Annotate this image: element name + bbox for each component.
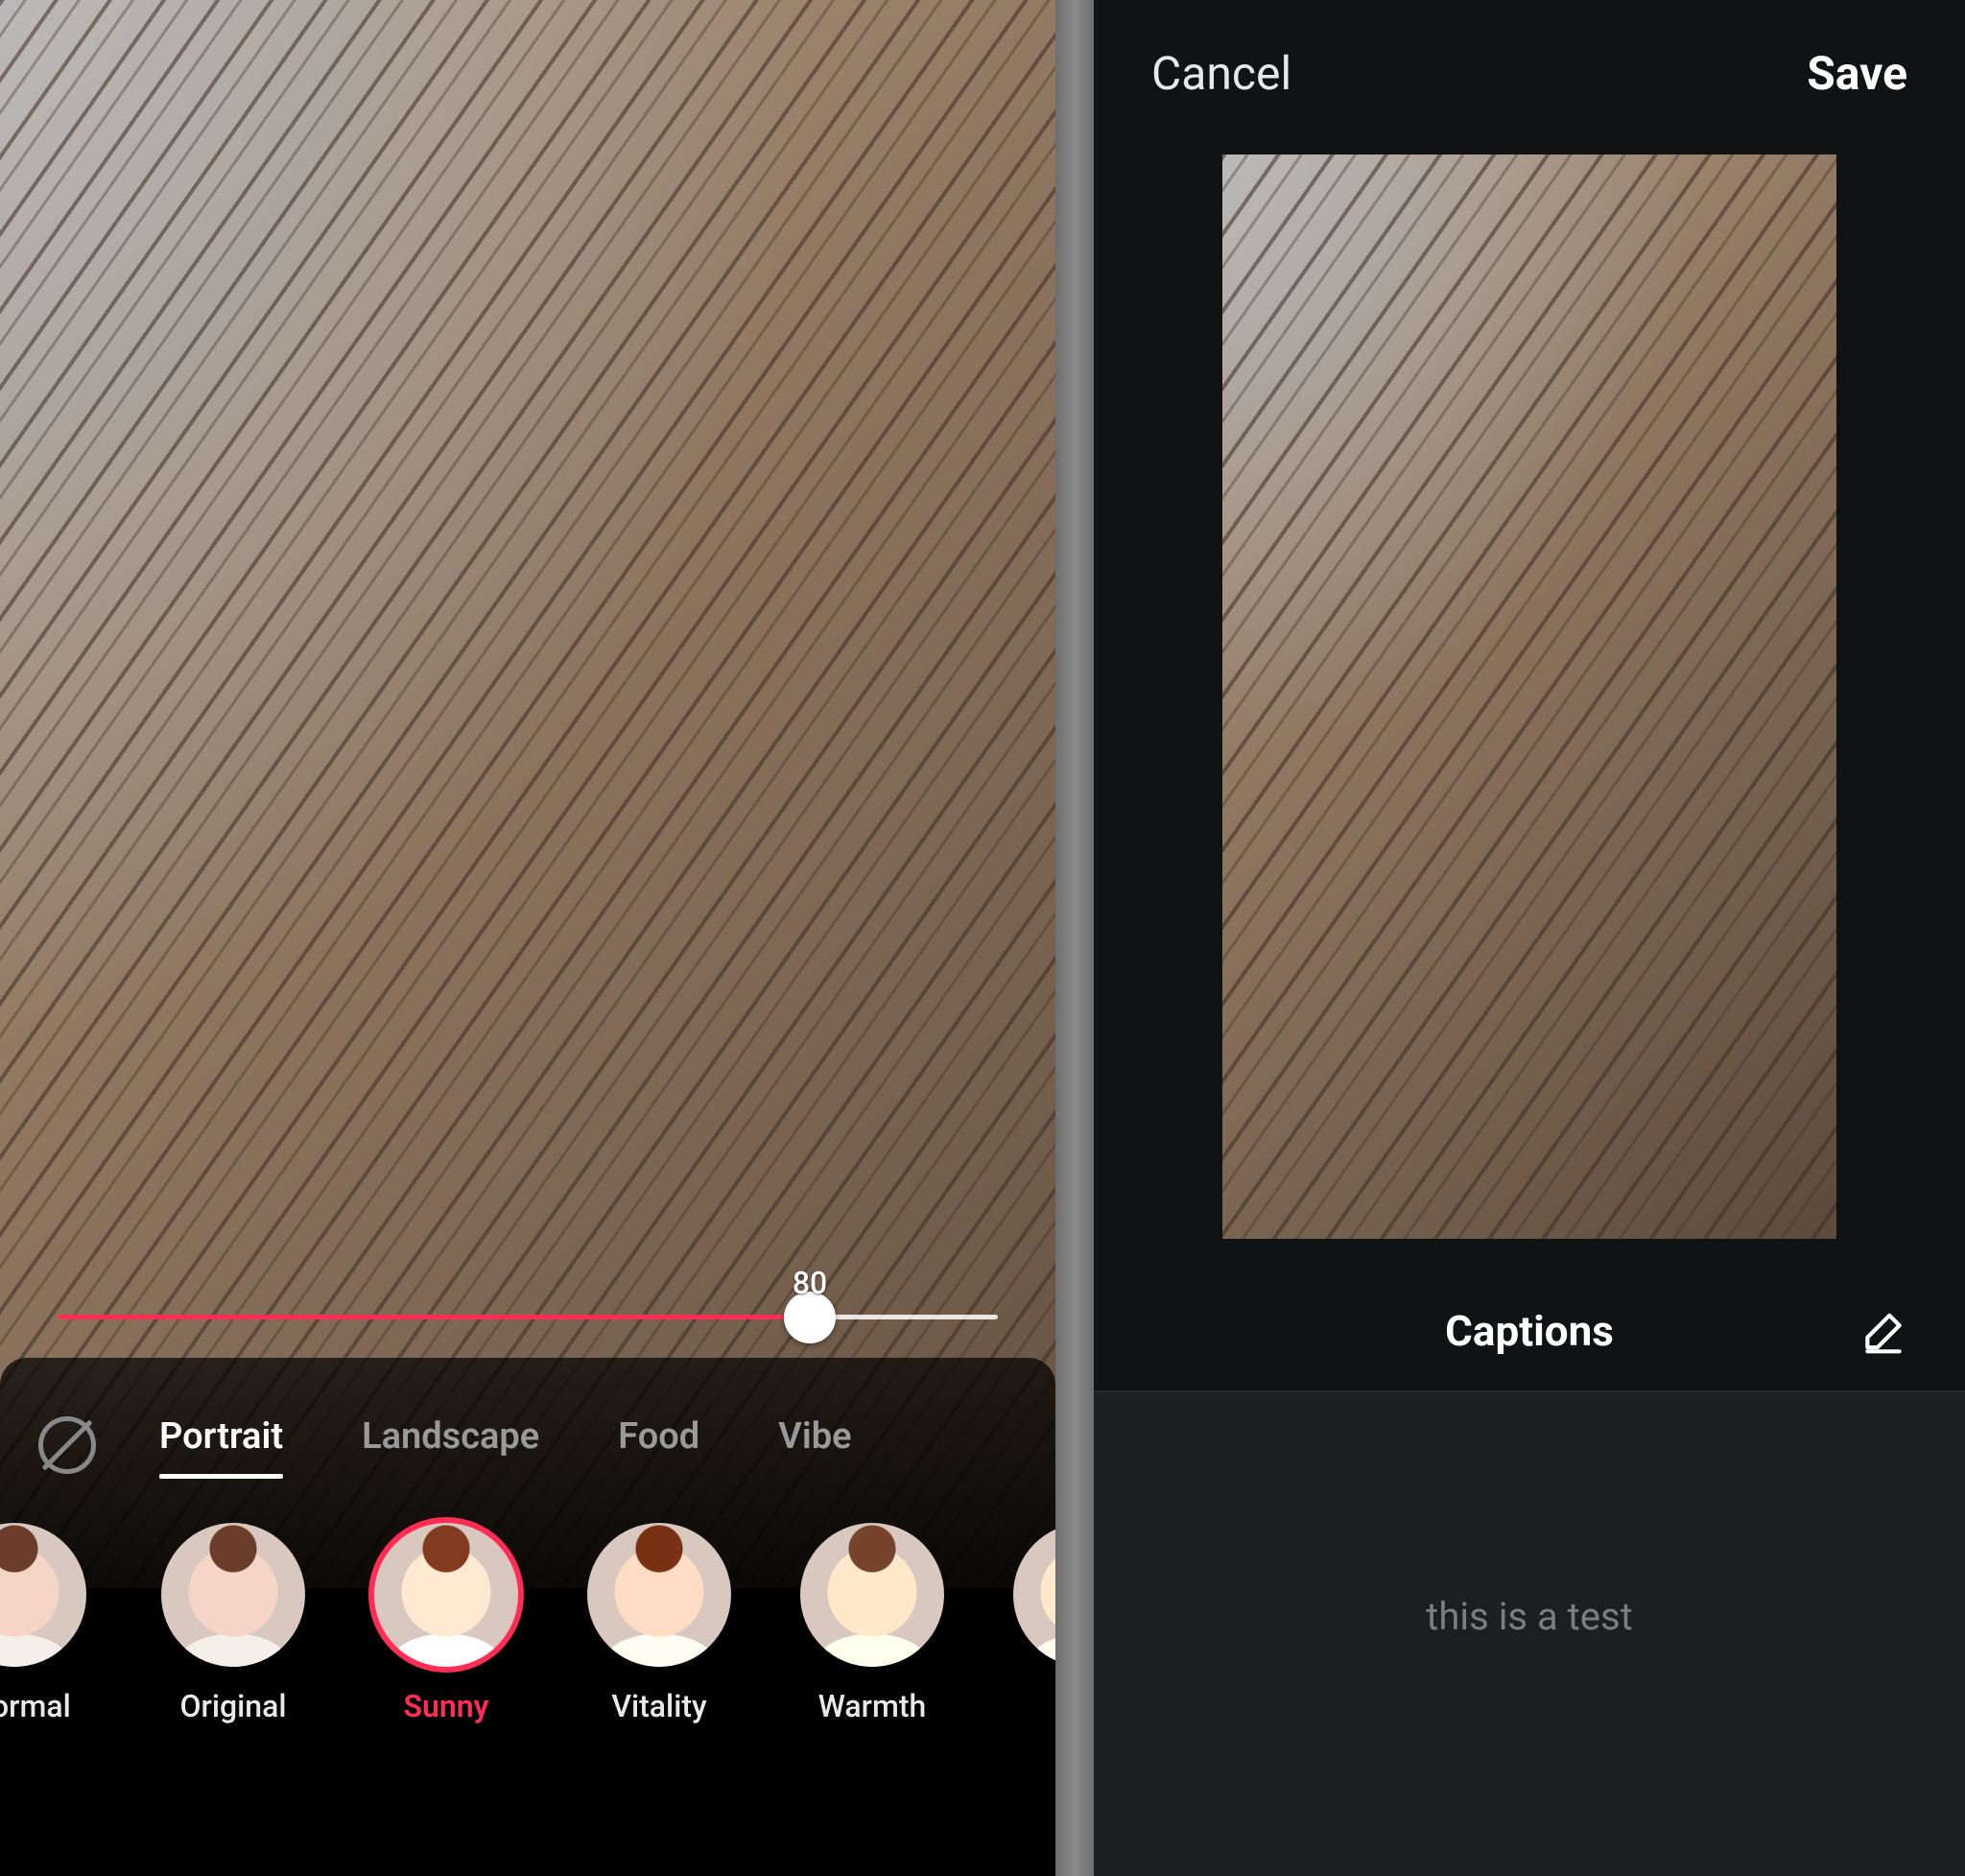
filter-thumb bbox=[161, 1523, 305, 1667]
filter-swatch-warmth[interactable]: Warmth bbox=[794, 1523, 950, 1724]
filter-swatch-vitality[interactable]: Vitality bbox=[581, 1523, 737, 1724]
save-button[interactable]: Save bbox=[1807, 46, 1907, 101]
filter-label: Original bbox=[155, 1688, 311, 1724]
filter-thumb bbox=[1013, 1523, 1055, 1667]
filter-label: Normal bbox=[0, 1688, 98, 1724]
filter-thumb bbox=[587, 1523, 731, 1667]
filter-category-row: Portrait Landscape Food Vibe bbox=[0, 1377, 1055, 1484]
face-icon bbox=[161, 1523, 305, 1667]
captions-heading-label: Captions bbox=[1445, 1306, 1614, 1356]
filter-label: Sunny bbox=[368, 1688, 524, 1724]
filter-label: Warmth bbox=[794, 1688, 950, 1724]
filter-swatch-row: Normal Original Sunny Vitality Warmth bbox=[0, 1484, 1055, 1724]
no-filter-icon[interactable] bbox=[38, 1416, 96, 1474]
captions-header: Captions bbox=[1094, 1277, 1965, 1392]
category-tab-food[interactable]: Food bbox=[618, 1415, 699, 1475]
filter-swatch-sunny[interactable]: Sunny bbox=[368, 1523, 524, 1724]
face-icon bbox=[587, 1523, 731, 1667]
panel-divider bbox=[1055, 0, 1094, 1876]
filter-intensity-slider[interactable]: 80 bbox=[58, 1315, 998, 1319]
filter-swatch-original[interactable]: Original bbox=[155, 1523, 311, 1724]
photo-preview-image bbox=[1222, 154, 1836, 1239]
caption-editor-panel: Cancel Save Captions this is a test bbox=[1094, 0, 1965, 1876]
filter-thumb bbox=[0, 1523, 86, 1667]
filter-editor-panel: 80 Portrait Landscape Food Vibe Normal Origi… bbox=[0, 0, 1055, 1876]
filter-swatch-more[interactable] bbox=[1007, 1523, 1055, 1688]
face-icon bbox=[0, 1523, 86, 1667]
photo-preview-wrap bbox=[1094, 139, 1965, 1277]
filter-label: Vitality bbox=[581, 1688, 737, 1724]
category-tab-landscape[interactable]: Landscape bbox=[362, 1415, 539, 1475]
slider-value-label: 80 bbox=[793, 1265, 827, 1301]
slider-track: 80 bbox=[58, 1315, 998, 1319]
filter-thumb bbox=[374, 1523, 518, 1667]
face-icon bbox=[800, 1523, 944, 1667]
top-bar: Cancel Save bbox=[1094, 0, 1965, 139]
filter-controls-panel: Portrait Landscape Food Vibe Normal Original… bbox=[0, 1358, 1055, 1876]
caption-text: this is a test bbox=[1426, 1594, 1632, 1639]
face-icon bbox=[374, 1523, 518, 1667]
pencil-icon[interactable] bbox=[1859, 1308, 1907, 1356]
caption-text-area[interactable]: this is a test bbox=[1094, 1392, 1965, 1876]
slider-fill bbox=[58, 1315, 810, 1319]
category-tab-portrait[interactable]: Portrait bbox=[159, 1415, 283, 1475]
category-tab-vibe[interactable]: Vibe bbox=[778, 1415, 851, 1475]
photo-preview-small[interactable] bbox=[1222, 154, 1836, 1239]
cancel-button[interactable]: Cancel bbox=[1151, 46, 1291, 101]
filter-thumb bbox=[800, 1523, 944, 1667]
filter-swatch-normal[interactable]: Normal bbox=[0, 1523, 98, 1724]
